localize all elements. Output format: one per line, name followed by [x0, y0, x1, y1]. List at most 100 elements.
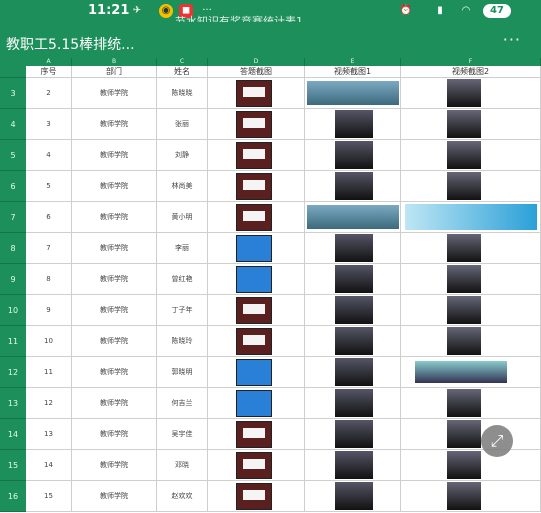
column-header[interactable]: 答题截图 [208, 66, 305, 78]
table-cell[interactable]: 7 [26, 233, 72, 264]
table-cell[interactable]: 教师学院 [72, 264, 157, 295]
column-header[interactable]: 序号 [26, 66, 72, 78]
table-cell[interactable]: 郭晓明 [157, 357, 208, 388]
table-cell[interactable]: 教师学院 [72, 295, 157, 326]
video-screenshot-2-thumbnail[interactable] [405, 204, 537, 230]
table-cell[interactable]: 曾红艳 [157, 264, 208, 295]
video-screenshot-1-thumbnail[interactable] [307, 81, 399, 105]
column-letter[interactable]: F [401, 58, 541, 66]
column-letter[interactable]: B [72, 58, 157, 66]
table-cell[interactable]: 丁子年 [157, 295, 208, 326]
video-screenshot-1-thumbnail[interactable] [335, 420, 373, 448]
table-cell[interactable]: 15 [26, 481, 72, 512]
video-screenshot-1-thumbnail[interactable] [335, 110, 373, 138]
video-screenshot-2-thumbnail[interactable] [447, 141, 481, 169]
row-number[interactable]: 10 [0, 295, 26, 326]
row-number[interactable]: 15 [0, 450, 26, 481]
answer-screenshot-thumbnail[interactable] [236, 390, 272, 417]
table-cell[interactable]: 8 [26, 264, 72, 295]
video-screenshot-1-thumbnail[interactable] [335, 451, 373, 479]
table-cell[interactable]: 邓晓 [157, 450, 208, 481]
video-screenshot-1-thumbnail[interactable] [335, 389, 373, 417]
video-screenshot-1-thumbnail[interactable] [335, 482, 373, 510]
table-cell[interactable]: 教师学院 [72, 450, 157, 481]
answer-screenshot-thumbnail[interactable] [236, 235, 272, 262]
video-screenshot-1-thumbnail[interactable] [335, 141, 373, 169]
row-number[interactable]: 8 [0, 233, 26, 264]
video-screenshot-2-thumbnail[interactable] [447, 234, 481, 262]
video-screenshot-2-thumbnail[interactable] [447, 79, 481, 107]
column-letter[interactable]: D [208, 58, 305, 66]
video-screenshot-2-thumbnail[interactable] [447, 110, 481, 138]
answer-screenshot-thumbnail[interactable] [236, 359, 272, 386]
table-cell[interactable]: 教师学院 [72, 233, 157, 264]
table-cell[interactable]: 陈晓晓 [157, 78, 208, 109]
table-cell[interactable]: 教师学院 [72, 357, 157, 388]
table-cell[interactable]: 14 [26, 450, 72, 481]
expand-icon[interactable]: ⤢ [481, 425, 513, 457]
row-number[interactable]: 12 [0, 357, 26, 388]
column-header[interactable]: 部门 [72, 66, 157, 78]
column-header[interactable]: 姓名 [157, 66, 208, 78]
table-cell[interactable]: 教师学院 [72, 326, 157, 357]
document-title[interactable]: 教职工5.15棒排统... [6, 34, 135, 54]
video-screenshot-1-thumbnail[interactable] [335, 234, 373, 262]
column-header[interactable]: 视频截图2 [401, 66, 541, 78]
table-cell[interactable]: 教师学院 [72, 109, 157, 140]
table-cell[interactable]: 李丽 [157, 233, 208, 264]
table-cell[interactable]: 教师学院 [72, 481, 157, 512]
table-cell[interactable]: 6 [26, 202, 72, 233]
table-cell[interactable]: 教师学院 [72, 388, 157, 419]
table-cell[interactable]: 3 [26, 109, 72, 140]
table-cell[interactable]: 11 [26, 357, 72, 388]
row-number[interactable]: 9 [0, 264, 26, 295]
table-cell[interactable]: 13 [26, 419, 72, 450]
table-cell[interactable]: 林尚美 [157, 171, 208, 202]
table-cell[interactable]: 赵欢欢 [157, 481, 208, 512]
table-cell[interactable]: 教师学院 [72, 419, 157, 450]
table-cell[interactable]: 陈晓玲 [157, 326, 208, 357]
table-cell[interactable]: 张丽 [157, 109, 208, 140]
video-screenshot-2-thumbnail[interactable] [415, 361, 507, 383]
video-screenshot-1-thumbnail[interactable] [335, 265, 373, 293]
table-cell[interactable]: 9 [26, 295, 72, 326]
video-screenshot-1-thumbnail[interactable] [335, 358, 373, 386]
answer-screenshot-thumbnail[interactable] [236, 266, 272, 293]
video-screenshot-2-thumbnail[interactable] [447, 451, 481, 479]
video-screenshot-2-thumbnail[interactable] [447, 389, 481, 417]
video-screenshot-1-thumbnail[interactable] [335, 296, 373, 324]
table-cell[interactable]: 教师学院 [72, 78, 157, 109]
table-cell[interactable]: 12 [26, 388, 72, 419]
table-cell[interactable]: 黄小明 [157, 202, 208, 233]
video-screenshot-2-thumbnail[interactable] [447, 327, 481, 355]
table-cell[interactable]: 何吉兰 [157, 388, 208, 419]
row-number[interactable]: 3 [0, 78, 26, 109]
video-screenshot-1-thumbnail[interactable] [335, 172, 373, 200]
more-icon[interactable]: ··· [503, 30, 521, 49]
table-cell[interactable]: 5 [26, 171, 72, 202]
row-number[interactable]: 6 [0, 171, 26, 202]
video-screenshot-1-thumbnail[interactable] [335, 327, 373, 355]
row-number[interactable]: 11 [0, 326, 26, 357]
column-letter[interactable]: E [305, 58, 401, 66]
row-number[interactable]: 14 [0, 419, 26, 450]
video-screenshot-2-thumbnail[interactable] [447, 265, 481, 293]
table-cell[interactable]: 教师学院 [72, 171, 157, 202]
column-letter[interactable]: C [157, 58, 208, 66]
row-number[interactable]: 13 [0, 388, 26, 419]
table-cell[interactable]: 教师学院 [72, 140, 157, 171]
row-number[interactable]: 5 [0, 140, 26, 171]
table-cell[interactable]: 刘静 [157, 140, 208, 171]
row-number[interactable]: 4 [0, 109, 26, 140]
table-cell[interactable]: 教师学院 [72, 202, 157, 233]
table-cell[interactable]: 吴宇佳 [157, 419, 208, 450]
table-cell[interactable]: 2 [26, 78, 72, 109]
table-cell[interactable]: 10 [26, 326, 72, 357]
video-screenshot-2-thumbnail[interactable] [447, 420, 481, 448]
video-screenshot-2-thumbnail[interactable] [447, 482, 481, 510]
column-header[interactable]: 视频截图1 [305, 66, 401, 78]
video-screenshot-1-thumbnail[interactable] [307, 205, 399, 229]
spreadsheet-grid[interactable]: A 序号 B 部门 C 姓名 D 答题截图 E 视频截图1 F 视频截图2 3 2 教师学院 陈晓晓 4 3 教师学… [0, 58, 541, 513]
column-letter[interactable]: A [26, 58, 72, 66]
table-cell[interactable]: 4 [26, 140, 72, 171]
